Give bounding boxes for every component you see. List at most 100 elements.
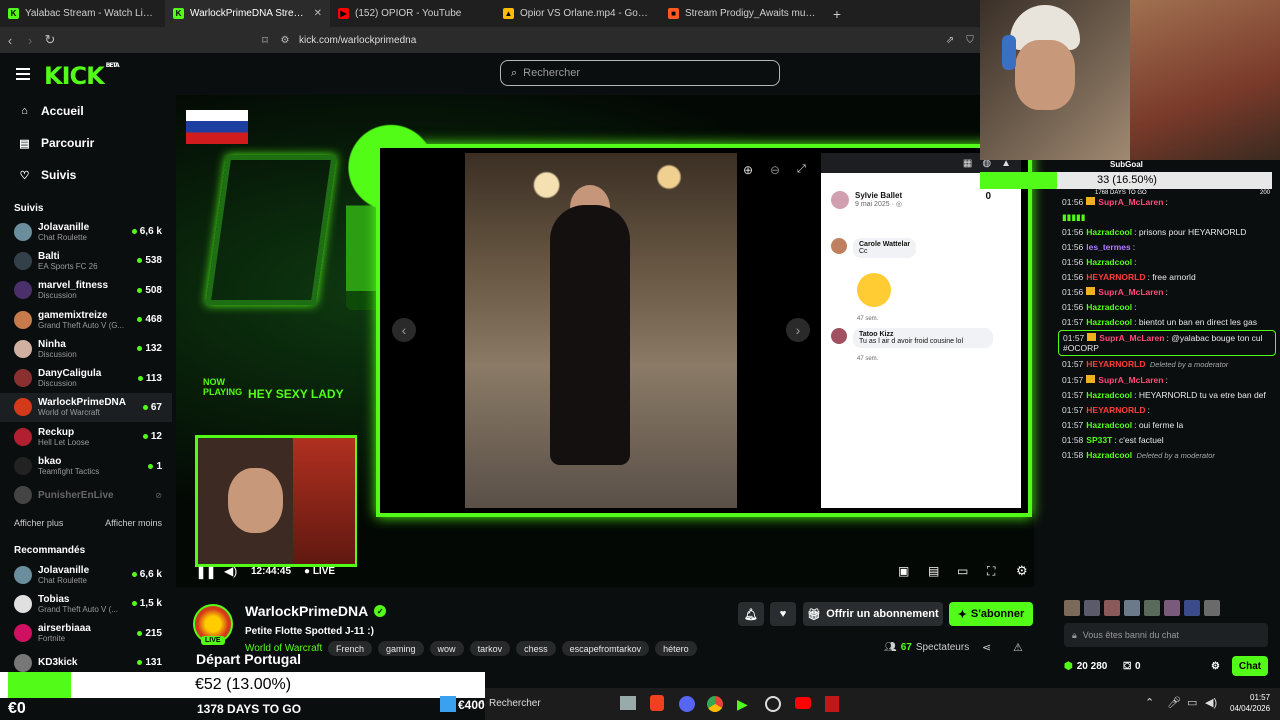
emote-icon[interactable]	[1064, 600, 1080, 616]
sidebar-nav-accueil[interactable]: ⌂ Accueil	[0, 95, 172, 127]
browser-tab[interactable]: ▶ (152) OPIOR - YouTube	[330, 0, 495, 27]
browser-tab[interactable]: K WarlockPrimeDNA Stream - V ✕	[165, 0, 330, 27]
microphone-icon[interactable]: 🎤︎	[1167, 696, 1181, 709]
youtube-icon[interactable]	[795, 697, 811, 709]
chat-input[interactable]: 🔒︎ Vous êtes banni du chat	[1064, 623, 1268, 647]
emote-icon[interactable]	[1164, 600, 1180, 616]
browser-tab[interactable]: K Yalabac Stream - Watch Live on Kick	[0, 0, 165, 27]
chat-username[interactable]: SuprA_McLaren	[1099, 333, 1164, 343]
chat-username[interactable]: Hazradcool	[1086, 257, 1132, 267]
channel-item[interactable]: bkao Teamfight Tactics 1	[0, 451, 172, 480]
chat-username[interactable]: Hazradcool	[1086, 227, 1132, 237]
channel-item[interactable]: marvel_fitness Discussion 508	[0, 276, 172, 305]
chat-settings-icon[interactable]: ⚙	[1211, 661, 1220, 672]
emote-icon[interactable]	[1144, 600, 1160, 616]
tag-chip[interactable]: gaming	[378, 641, 424, 656]
fullscreen-icon[interactable]: ⛶	[987, 564, 995, 579]
tag-chip[interactable]: hétero	[655, 641, 697, 656]
url-field[interactable]: kick.com/warlockprimedna	[299, 35, 940, 46]
zoom-out-icon[interactable]: ⊖	[770, 163, 780, 177]
channel-name[interactable]: WarlockPrimeDNA ✓	[245, 603, 387, 619]
site-info-icon[interactable]: ⚙	[275, 35, 295, 46]
miniplayer-icon[interactable]: ▭	[957, 564, 968, 578]
settings-icon[interactable]: ⚙	[1016, 563, 1028, 579]
chat-username[interactable]: SP33T	[1086, 435, 1112, 445]
sidebar-nav-suivis[interactable]: ♡ Suivis	[0, 159, 172, 191]
notify-button[interactable]: 🔔︎	[738, 602, 764, 626]
tray-chevron-icon[interactable]: ⌃	[1145, 696, 1154, 709]
chrome-icon[interactable]	[707, 696, 723, 712]
report-icon[interactable]: ⚠	[1013, 641, 1023, 654]
chat-username[interactable]: SuprA_McLaren	[1098, 197, 1163, 207]
channel-item[interactable]: gamemixtreize Grand Theft Auto V (G... 468	[0, 305, 172, 334]
chat-username[interactable]: Hazradcool	[1086, 390, 1132, 400]
chat-username[interactable]: Hazradcool	[1086, 302, 1132, 312]
apps-grid-icon[interactable]: ▦	[963, 158, 972, 169]
channel-item[interactable]: Ninha Discussion 132	[0, 334, 172, 363]
channel-item[interactable]: Jolavanille Chat Roulette 6,6 k	[0, 217, 172, 246]
channel-item[interactable]: airserbiaaa Fortnite 215	[0, 619, 172, 648]
taskbar-clock[interactable]: 01:57 04/04/2026	[1230, 692, 1270, 714]
prev-photo-icon[interactable]: ‹	[392, 318, 416, 342]
subscribe-button[interactable]: ✦ S'abonner	[949, 602, 1033, 626]
share-icon[interactable]: ⇗	[940, 35, 960, 46]
pdf-icon[interactable]	[825, 696, 839, 712]
forward-icon[interactable]: ›	[20, 33, 40, 48]
speaker-icon[interactable]: ◀)	[1205, 696, 1217, 709]
channel-item[interactable]: PunisherEnLive ⊘	[0, 481, 172, 510]
emote-icon[interactable]	[1104, 600, 1120, 616]
close-tab-icon[interactable]: ✕	[314, 8, 322, 19]
emote-icon[interactable]	[1084, 600, 1100, 616]
show-more-link[interactable]: Afficher plus	[14, 518, 63, 528]
zoom-in-icon[interactable]: ⊕	[743, 163, 753, 177]
back-icon[interactable]: ‹	[0, 33, 20, 48]
clip-icon[interactable]: ▣	[898, 564, 909, 578]
kick-logo[interactable]: KICK BETA	[44, 62, 120, 90]
shield-icon[interactable]: ⛉	[960, 35, 980, 46]
pause-icon[interactable]: ❚❚	[196, 565, 216, 579]
chat-username[interactable]: HEYARNORLD	[1086, 359, 1145, 369]
chat-username[interactable]: Hazradcool	[1086, 450, 1132, 460]
obs-icon[interactable]	[765, 696, 781, 712]
theater-icon[interactable]: ▤	[928, 564, 939, 578]
channel-item[interactable]: Tobias Grand Theft Auto V (... 1,5 k	[0, 589, 172, 618]
fullscreen-photo-icon[interactable]: ⤢	[797, 163, 806, 176]
tag-chip[interactable]: escapefromtarkov	[561, 641, 650, 656]
channel-item[interactable]: Reckup Hell Let Loose 12	[0, 422, 172, 451]
gift-sub-button[interactable]: 🎁︎ Offrir un abonnement	[803, 602, 943, 626]
show-less-link[interactable]: Afficher moins	[105, 518, 162, 528]
menu-icon[interactable]	[16, 68, 30, 80]
reload-icon[interactable]: ↻	[40, 32, 60, 48]
chat-send-button[interactable]: Chat	[1232, 656, 1268, 676]
brave-icon[interactable]	[650, 695, 664, 711]
channel-item[interactable]: WarlockPrimeDNA World of Warcraft 67	[0, 392, 172, 423]
new-tab-icon[interactable]: +	[825, 0, 849, 27]
chat-username[interactable]: SuprA_McLaren	[1098, 287, 1163, 297]
chat-username[interactable]: HEYARNORLD	[1086, 272, 1145, 282]
discord-icon[interactable]	[679, 696, 695, 712]
emote-icon[interactable]	[1124, 600, 1140, 616]
gift-chest-icon[interactable]: ⛋	[1123, 661, 1131, 672]
chat-username[interactable]: les_termes	[1086, 242, 1130, 252]
bookmark-icon[interactable]: ⌑	[255, 34, 275, 47]
taskbar-search-icon[interactable]: ⌕	[479, 696, 485, 709]
network-icon[interactable]: ▭	[1187, 696, 1197, 709]
points-icon[interactable]: ⬢	[1064, 661, 1073, 672]
channel-item[interactable]: Jolavanille Chat Roulette 6,6 k	[0, 560, 172, 589]
emote-icon[interactable]	[1184, 600, 1200, 616]
tag-chip[interactable]: tarkov	[469, 641, 511, 656]
emote-icon[interactable]	[1204, 600, 1220, 616]
chat-username[interactable]: Hazradcool	[1086, 317, 1132, 327]
chat-username[interactable]: SuprA_McLaren	[1098, 375, 1163, 385]
tag-chip[interactable]: chess	[516, 641, 556, 656]
search-input[interactable]: ⌕ Rechercher	[500, 60, 780, 86]
chat-username[interactable]: HEYARNORLD	[1086, 405, 1145, 415]
share-stream-icon[interactable]: ⋖	[982, 641, 991, 654]
next-photo-icon[interactable]: ›	[786, 318, 810, 342]
browser-tab[interactable]: ■ Stream Prodigy_Awaits music | List	[660, 0, 825, 27]
tag-chip[interactable]: French	[328, 641, 373, 656]
windows-start-icon[interactable]	[440, 696, 456, 712]
chat-username[interactable]: Hazradcool	[1086, 420, 1132, 430]
follow-button[interactable]: ♥	[770, 602, 796, 626]
channel-item[interactable]: Balti EA Sports FC 26 538	[0, 246, 172, 275]
